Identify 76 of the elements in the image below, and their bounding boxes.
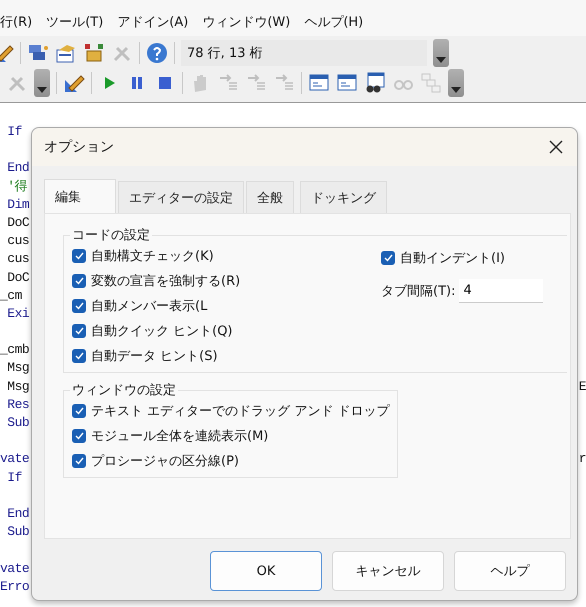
checkbox[interactable] (72, 299, 86, 313)
close-icon[interactable] (547, 138, 565, 156)
menu-item[interactable]: ツール(T) (46, 5, 104, 31)
checkmark-icon (74, 302, 84, 310)
group-title: コードの設定 (71, 227, 151, 244)
code-text: Msg (6, 378, 30, 396)
code-text: Dim (6, 196, 30, 214)
checkmark-icon (74, 252, 84, 260)
code-text: vate (0, 560, 30, 578)
menu-item[interactable]: 行(R) (0, 5, 32, 31)
code-text: cus (6, 232, 30, 250)
checkbox-option[interactable]: モジュール全体を連続表示(M) (72, 426, 390, 446)
tab[interactable]: 全般 (246, 181, 294, 213)
checkbox-option[interactable]: 自動メンバー表示(L (72, 296, 240, 316)
code-text: _cmb (0, 341, 30, 360)
properties-icon[interactable] (55, 42, 77, 64)
checkbox-option[interactable]: 変数の宣言を強制する(R) (72, 271, 240, 291)
menu-item[interactable]: ヘルプ(H) (304, 5, 364, 31)
code-text: Msg (6, 359, 30, 378)
menu-item[interactable]: ウィンドウ(W) (202, 5, 290, 31)
help-icon[interactable] (146, 42, 168, 64)
code-text: Erro (0, 578, 30, 596)
code-text: Sub (6, 414, 30, 432)
checkmark-icon (74, 277, 84, 285)
checkmark-icon (74, 432, 84, 440)
watch-window-icon[interactable] (364, 72, 386, 94)
checkbox-option[interactable]: 自動データ ヒント(S) (72, 346, 240, 366)
dialog-button[interactable]: OK (210, 551, 322, 591)
code-text: _cm (0, 286, 22, 305)
code-text: If (6, 468, 22, 487)
tab[interactable]: ドッキング (300, 181, 387, 213)
status-field: 78 行, 13 桁 (181, 40, 427, 66)
checkbox[interactable] (72, 404, 86, 418)
checkbox-option[interactable]: テキスト エディターでのドラッグ アンド ドロップ (72, 401, 390, 421)
checkbox[interactable] (72, 274, 86, 288)
code-text: vate (0, 450, 30, 468)
checkmark-icon (384, 254, 392, 262)
dialog-title: オプション (44, 138, 114, 156)
code-text: Sub (6, 523, 30, 542)
dialog-button[interactable]: ヘルプ (454, 551, 566, 591)
checkmark-icon (74, 352, 84, 360)
code-text: '得 (6, 178, 28, 196)
checkmark-icon (74, 327, 84, 335)
code-text: DoC (6, 214, 30, 232)
code-text: r (578, 450, 586, 468)
checkbox[interactable] (72, 429, 86, 443)
code-text: Exi (6, 304, 30, 323)
group-title: ウィンドウの設定 (71, 382, 177, 399)
toolbar-grip[interactable] (34, 69, 50, 97)
menu-item[interactable]: アドイン(A) (117, 5, 188, 31)
code-text: E (578, 378, 586, 396)
checkbox-option[interactable]: プロシージャの区分線(P) (72, 451, 390, 471)
checkbox-option[interactable]: 自動クイック ヒント(Q) (72, 321, 240, 341)
code-text: DoC (6, 268, 30, 286)
checkbox[interactable] (381, 251, 395, 265)
code-text: End (6, 159, 30, 178)
tab[interactable]: 編集 (44, 179, 116, 213)
tab-width-field[interactable]: 4 (459, 279, 544, 303)
code-text: Res (6, 396, 30, 414)
code-text: If (6, 123, 22, 141)
dialog-button[interactable]: キャンセル (332, 551, 444, 591)
field-label: タブ間隔(T): (381, 283, 456, 300)
code-text: cus (6, 250, 30, 268)
checkbox[interactable] (72, 324, 86, 338)
checkmark-icon (74, 457, 84, 465)
toolbar-grip[interactable] (448, 69, 464, 97)
checkbox-option[interactable]: 自動構文チェック(K) (72, 246, 240, 266)
checkbox[interactable] (72, 454, 86, 468)
tab[interactable]: エディターの設定 (118, 181, 244, 213)
objects-icon[interactable] (83, 42, 105, 64)
checkbox-option[interactable]: 自動インデント(I) (381, 248, 559, 268)
checkbox[interactable] (72, 349, 86, 363)
checkbox[interactable] (72, 249, 86, 263)
checkmark-icon (74, 407, 84, 415)
toolbar-grip[interactable] (433, 39, 449, 67)
code-text: End (6, 504, 30, 523)
